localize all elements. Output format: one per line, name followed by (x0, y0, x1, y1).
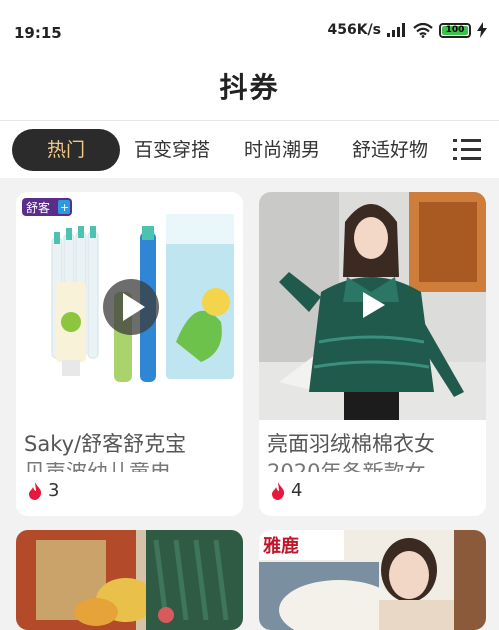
page-header: 抖券 (0, 62, 499, 120)
brand-logo: 舒客 (26, 200, 50, 215)
flame-icon (272, 481, 285, 500)
category-tabs: 热门 百变穿搭 时尚潮男 舒适好物 (0, 120, 499, 178)
like-count: 3 (48, 480, 60, 501)
battery-icon: 100 (439, 22, 471, 38)
svg-text:+: + (60, 201, 69, 214)
product-image: 雅鹿 (259, 530, 486, 630)
brand-logo: 雅鹿 (262, 535, 299, 557)
charging-icon (477, 22, 487, 38)
product-image: 舒客 + (16, 192, 243, 420)
menu-icon[interactable] (453, 137, 481, 163)
product-image (16, 530, 243, 630)
wifi-icon (413, 22, 433, 38)
flame-icon (29, 481, 42, 500)
tab-men-fashion[interactable]: 时尚潮男 (244, 129, 320, 171)
network-speed: 456K/s (327, 22, 381, 38)
signal-icon (387, 23, 405, 37)
product-card[interactable]: 亮面羽绒棉棉衣女 2020年冬新款女 4 (259, 192, 486, 516)
battery-level: 100 (442, 25, 468, 35)
tab-hot[interactable]: 热门 (12, 129, 120, 171)
product-subtitle: 贝声波幼儿童电 (24, 462, 234, 472)
product-card[interactable] (16, 530, 243, 630)
product-card[interactable]: 雅鹿 (259, 530, 486, 630)
likes: 4 (271, 480, 302, 501)
likes: 3 (28, 480, 59, 501)
product-grid: 舒客 + Saky/舒客舒克宝 3 亮面羽绒棉棉衣女 4 雅鹿 (0, 178, 499, 630)
product-image (259, 192, 486, 420)
status-indicators: 456K/s 100 (327, 22, 487, 38)
like-count: 4 (291, 480, 303, 501)
product-card[interactable]: 舒客 + Saky/舒客舒克宝 3 (16, 192, 243, 516)
status-bar: 19:15 456K/s 100 (0, 0, 499, 62)
page-title: 抖券 (219, 71, 280, 104)
tab-outfits[interactable]: 百变穿搭 (134, 129, 210, 171)
tab-comfort-goods[interactable]: 舒适好物 (352, 129, 428, 171)
product-subtitle: 2020年冬新款女 (267, 462, 477, 472)
status-time: 19:15 (14, 24, 62, 42)
